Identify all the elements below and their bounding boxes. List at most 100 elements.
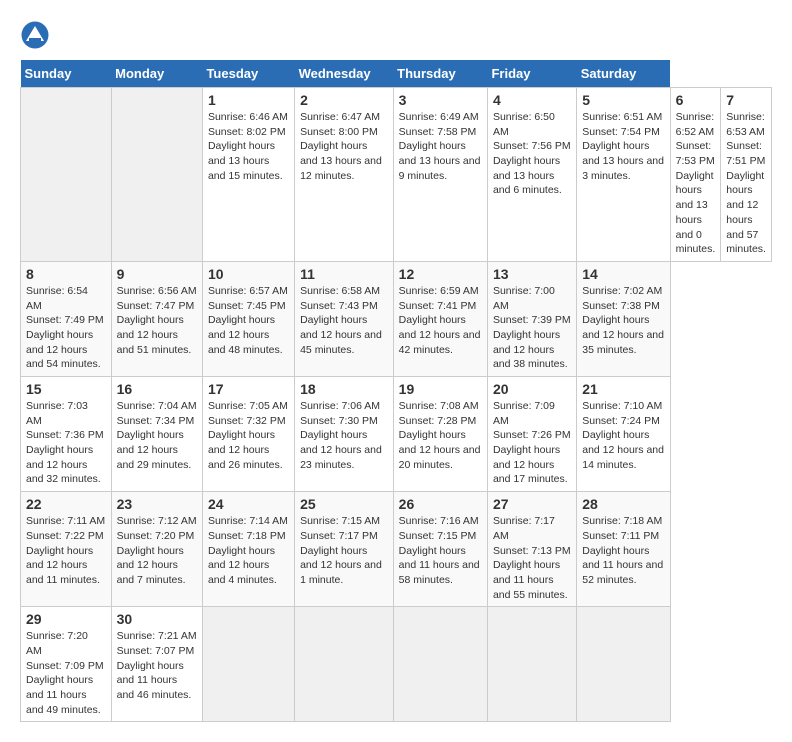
day-info: Sunrise: 6:53 AM Sunset: 7:51 PM Dayligh… [726,110,766,257]
day-info: Sunrise: 6:46 AM Sunset: 8:02 PM Dayligh… [208,110,289,183]
calendar-day-cell: 30 Sunrise: 7:21 AM Sunset: 7:07 PM Dayl… [111,607,202,722]
day-info: Sunrise: 7:12 AM Sunset: 7:20 PM Dayligh… [117,514,197,587]
day-number: 27 [493,496,571,512]
weekday-header: Sunday [21,60,112,88]
calendar-day-cell [21,88,112,262]
day-info: Sunrise: 7:04 AM Sunset: 7:34 PM Dayligh… [117,399,197,472]
day-number: 22 [26,496,106,512]
day-number: 4 [493,92,571,108]
day-number: 16 [117,381,197,397]
day-number: 3 [399,92,482,108]
calendar-day-cell: 8 Sunrise: 6:54 AM Sunset: 7:49 PM Dayli… [21,261,112,376]
day-number: 1 [208,92,289,108]
day-info: Sunrise: 7:00 AM Sunset: 7:39 PM Dayligh… [493,284,571,372]
header [20,20,772,50]
calendar-day-cell: 23 Sunrise: 7:12 AM Sunset: 7:20 PM Dayl… [111,492,202,607]
calendar-day-cell: 29 Sunrise: 7:20 AM Sunset: 7:09 PM Dayl… [21,607,112,722]
calendar-day-cell: 14 Sunrise: 7:02 AM Sunset: 7:38 PM Dayl… [577,261,670,376]
day-info: Sunrise: 6:57 AM Sunset: 7:45 PM Dayligh… [208,284,289,357]
weekday-header: Saturday [577,60,670,88]
day-number: 10 [208,266,289,282]
day-info: Sunrise: 6:50 AM Sunset: 7:56 PM Dayligh… [493,110,571,198]
day-info: Sunrise: 6:56 AM Sunset: 7:47 PM Dayligh… [117,284,197,357]
day-number: 20 [493,381,571,397]
day-number: 15 [26,381,106,397]
calendar-day-cell: 16 Sunrise: 7:04 AM Sunset: 7:34 PM Dayl… [111,377,202,492]
weekday-header: Friday [487,60,576,88]
day-info: Sunrise: 7:06 AM Sunset: 7:30 PM Dayligh… [300,399,388,472]
calendar-day-cell: 15 Sunrise: 7:03 AM Sunset: 7:36 PM Dayl… [21,377,112,492]
day-info: Sunrise: 7:02 AM Sunset: 7:38 PM Dayligh… [582,284,664,357]
day-info: Sunrise: 7:17 AM Sunset: 7:13 PM Dayligh… [493,514,571,602]
calendar-day-cell: 19 Sunrise: 7:08 AM Sunset: 7:28 PM Dayl… [393,377,487,492]
day-number: 9 [117,266,197,282]
calendar-day-cell: 18 Sunrise: 7:06 AM Sunset: 7:30 PM Dayl… [295,377,394,492]
calendar-day-cell: 1 Sunrise: 6:46 AM Sunset: 8:02 PM Dayli… [202,88,294,262]
weekday-header: Wednesday [295,60,394,88]
calendar-day-cell: 22 Sunrise: 7:11 AM Sunset: 7:22 PM Dayl… [21,492,112,607]
day-info: Sunrise: 7:16 AM Sunset: 7:15 PM Dayligh… [399,514,482,587]
day-number: 25 [300,496,388,512]
calendar-day-cell [295,607,394,722]
calendar-day-cell [487,607,576,722]
day-info: Sunrise: 6:58 AM Sunset: 7:43 PM Dayligh… [300,284,388,357]
day-info: Sunrise: 6:49 AM Sunset: 7:58 PM Dayligh… [399,110,482,183]
logo-icon [20,20,50,50]
day-info: Sunrise: 7:09 AM Sunset: 7:26 PM Dayligh… [493,399,571,487]
day-info: Sunrise: 7:20 AM Sunset: 7:09 PM Dayligh… [26,629,106,717]
calendar-day-cell: 21 Sunrise: 7:10 AM Sunset: 7:24 PM Dayl… [577,377,670,492]
calendar-day-cell: 25 Sunrise: 7:15 AM Sunset: 7:17 PM Dayl… [295,492,394,607]
calendar-week-row: 15 Sunrise: 7:03 AM Sunset: 7:36 PM Dayl… [21,377,772,492]
day-info: Sunrise: 7:21 AM Sunset: 7:07 PM Dayligh… [117,629,197,702]
calendar-week-row: 1 Sunrise: 6:46 AM Sunset: 8:02 PM Dayli… [21,88,772,262]
day-info: Sunrise: 7:11 AM Sunset: 7:22 PM Dayligh… [26,514,106,587]
day-number: 26 [399,496,482,512]
day-info: Sunrise: 7:05 AM Sunset: 7:32 PM Dayligh… [208,399,289,472]
day-number: 30 [117,611,197,627]
day-info: Sunrise: 6:59 AM Sunset: 7:41 PM Dayligh… [399,284,482,357]
calendar-day-cell: 10 Sunrise: 6:57 AM Sunset: 7:45 PM Dayl… [202,261,294,376]
calendar-day-cell: 6 Sunrise: 6:52 AM Sunset: 7:53 PM Dayli… [670,88,721,262]
day-number: 6 [676,92,716,108]
day-number: 12 [399,266,482,282]
day-number: 18 [300,381,388,397]
day-number: 7 [726,92,766,108]
day-number: 2 [300,92,388,108]
calendar-day-cell: 5 Sunrise: 6:51 AM Sunset: 7:54 PM Dayli… [577,88,670,262]
calendar-day-cell: 12 Sunrise: 6:59 AM Sunset: 7:41 PM Dayl… [393,261,487,376]
day-number: 24 [208,496,289,512]
calendar-day-cell: 13 Sunrise: 7:00 AM Sunset: 7:39 PM Dayl… [487,261,576,376]
calendar-day-cell: 24 Sunrise: 7:14 AM Sunset: 7:18 PM Dayl… [202,492,294,607]
calendar-day-cell: 9 Sunrise: 6:56 AM Sunset: 7:47 PM Dayli… [111,261,202,376]
day-info: Sunrise: 6:51 AM Sunset: 7:54 PM Dayligh… [582,110,664,183]
calendar-header-row: SundayMondayTuesdayWednesdayThursdayFrid… [21,60,772,88]
calendar-day-cell [202,607,294,722]
day-number: 14 [582,266,664,282]
calendar-week-row: 8 Sunrise: 6:54 AM Sunset: 7:49 PM Dayli… [21,261,772,376]
calendar-day-cell: 11 Sunrise: 6:58 AM Sunset: 7:43 PM Dayl… [295,261,394,376]
calendar-day-cell [393,607,487,722]
day-number: 19 [399,381,482,397]
calendar-day-cell: 27 Sunrise: 7:17 AM Sunset: 7:13 PM Dayl… [487,492,576,607]
day-number: 5 [582,92,664,108]
day-number: 28 [582,496,664,512]
logo [20,20,54,50]
day-info: Sunrise: 6:52 AM Sunset: 7:53 PM Dayligh… [676,110,716,257]
day-info: Sunrise: 7:15 AM Sunset: 7:17 PM Dayligh… [300,514,388,587]
calendar-day-cell: 26 Sunrise: 7:16 AM Sunset: 7:15 PM Dayl… [393,492,487,607]
day-info: Sunrise: 7:03 AM Sunset: 7:36 PM Dayligh… [26,399,106,487]
calendar-day-cell: 20 Sunrise: 7:09 AM Sunset: 7:26 PM Dayl… [487,377,576,492]
day-number: 17 [208,381,289,397]
calendar-day-cell: 2 Sunrise: 6:47 AM Sunset: 8:00 PM Dayli… [295,88,394,262]
day-number: 8 [26,266,106,282]
calendar-day-cell: 7 Sunrise: 6:53 AM Sunset: 7:51 PM Dayli… [721,88,772,262]
calendar-table: SundayMondayTuesdayWednesdayThursdayFrid… [20,60,772,722]
calendar-body: 1 Sunrise: 6:46 AM Sunset: 8:02 PM Dayli… [21,88,772,722]
calendar-day-cell: 17 Sunrise: 7:05 AM Sunset: 7:32 PM Dayl… [202,377,294,492]
calendar-day-cell [111,88,202,262]
calendar-week-row: 22 Sunrise: 7:11 AM Sunset: 7:22 PM Dayl… [21,492,772,607]
day-number: 11 [300,266,388,282]
calendar-day-cell: 3 Sunrise: 6:49 AM Sunset: 7:58 PM Dayli… [393,88,487,262]
weekday-header: Tuesday [202,60,294,88]
day-info: Sunrise: 7:08 AM Sunset: 7:28 PM Dayligh… [399,399,482,472]
